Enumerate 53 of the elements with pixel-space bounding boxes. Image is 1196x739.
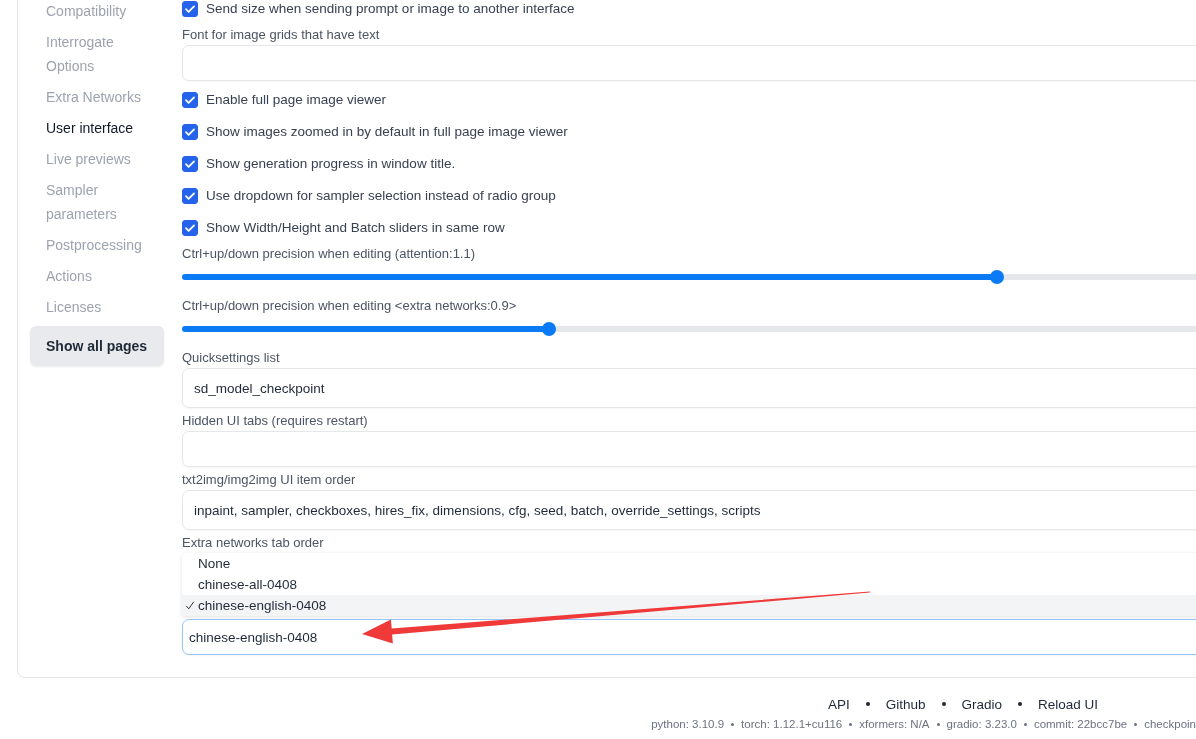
footer-link[interactable]: Github xyxy=(875,696,936,712)
show-all-pages-button[interactable]: Show all pages xyxy=(30,326,164,366)
footer-link[interactable]: API xyxy=(818,696,860,712)
checkbox-label: Show Width/Height and Batch sliders in same row xyxy=(206,220,505,236)
sidebar-item[interactable]: User interface xyxy=(30,116,164,140)
separator-dot xyxy=(936,722,940,726)
separator-dot xyxy=(849,722,853,726)
dropdown-option[interactable]: chinese-english-0408 xyxy=(182,595,1196,616)
checkbox[interactable] xyxy=(182,1,198,17)
option-label: chinese-english-0408 xyxy=(198,598,327,613)
dropdown-option[interactable]: None xyxy=(182,553,1196,574)
checkbox-label: Use dropdown for sampler selection instead of radio group xyxy=(206,188,556,204)
field-label: Font for image grids that have text xyxy=(182,26,381,44)
slider-handle[interactable] xyxy=(542,322,557,336)
dropdown-option[interactable]: chinese-all-0408 xyxy=(182,574,1196,595)
slider-label: Ctrl+up/down precision when editing <extra networks:0.9> xyxy=(182,297,518,315)
option-label: chinese-all-0408 xyxy=(198,577,298,592)
checkbox[interactable] xyxy=(182,124,198,140)
version-info: commit: 22bcc7be xyxy=(1033,718,1128,730)
separator-dot xyxy=(941,702,946,706)
version-info: checkpoin xyxy=(1144,718,1196,730)
checkbox-label: Enable full page image viewer xyxy=(206,92,387,108)
dropdown-input[interactable]: chinese-english-0408 xyxy=(182,619,1196,655)
version-info: python: 3.10.9 xyxy=(651,718,725,730)
separator-dot xyxy=(1134,722,1138,726)
field-label: txt2img/img2img UI item order xyxy=(182,471,357,489)
footer-link[interactable]: Gradio xyxy=(951,696,1013,712)
checkbox-label: Show generation progress in window title. xyxy=(206,156,456,172)
separator-dot xyxy=(865,702,870,706)
text-field[interactable]: sd_model_checkpoint xyxy=(182,368,1196,408)
version-info: torch: 1.12.1+cu116 xyxy=(741,718,843,730)
footer-link[interactable]: Reload UI xyxy=(1028,696,1109,712)
slider-handle[interactable] xyxy=(990,270,1004,284)
checkbox[interactable] xyxy=(182,188,198,204)
field-label: Quicksettings list xyxy=(182,349,281,367)
field-label: Extra networks tab order xyxy=(182,534,325,552)
text-field[interactable]: inpaint, sampler, checkboxes, hires_fix, dimensions, cfg, seed, batch, override_settings, scripts xyxy=(182,490,1196,530)
separator-dot xyxy=(1018,702,1023,706)
checkbox[interactable] xyxy=(182,92,198,108)
checkbox-label: Show images zoomed in by default in full page image viewer xyxy=(206,124,568,140)
checkbox[interactable] xyxy=(182,220,198,236)
version-info: gradio: 3.23.0 xyxy=(946,718,1017,730)
checkbox-label: Send size when sending prompt or image to another interface xyxy=(206,1,575,17)
slider-label: Ctrl+up/down precision when editing (attention:1.1) xyxy=(182,245,477,263)
version-info: xformers: N/A xyxy=(859,718,930,730)
text-field[interactable] xyxy=(182,45,1196,81)
option-label: None xyxy=(198,556,231,571)
field-label: Hidden UI tabs (requires restart) xyxy=(182,412,369,430)
check-icon xyxy=(185,600,195,611)
separator-dot xyxy=(1023,722,1027,726)
checkbox[interactable] xyxy=(182,156,198,172)
text-field[interactable] xyxy=(182,431,1196,467)
separator-dot xyxy=(731,722,735,726)
